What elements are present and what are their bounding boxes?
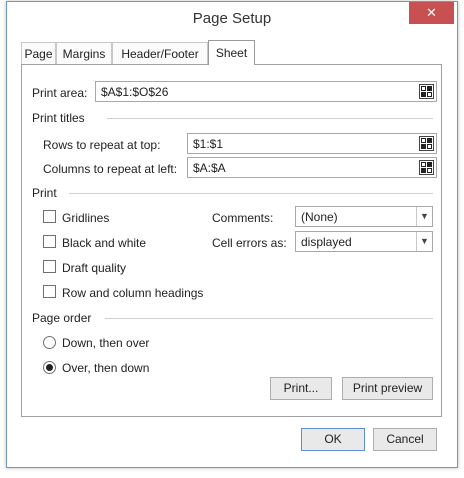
- page-order-separator: [105, 318, 433, 319]
- comments-label: Comments:: [212, 211, 274, 225]
- tab-sheet[interactable]: Sheet: [208, 40, 255, 65]
- ok-button[interactable]: OK: [301, 428, 365, 451]
- page-setup-dialog: Page Setup ✕ Page Margins Header/Footer …: [6, 1, 458, 468]
- print-separator: [69, 193, 433, 194]
- cell-errors-select[interactable]: displayed ▼: [295, 231, 433, 252]
- close-button[interactable]: ✕: [409, 2, 454, 24]
- comments-value: (None): [301, 210, 338, 224]
- chevron-down-icon[interactable]: ▼: [416, 232, 432, 251]
- print-heading: Print: [32, 186, 57, 200]
- cell-errors-value: displayed: [301, 235, 352, 249]
- print-titles-heading: Print titles: [32, 111, 85, 125]
- rows-repeat-field[interactable]: $1:$1: [187, 133, 437, 154]
- collapse-dialog-icon[interactable]: [419, 84, 434, 99]
- comments-select[interactable]: (None) ▼: [295, 206, 433, 227]
- print-preview-button[interactable]: Print preview: [342, 377, 433, 400]
- rows-repeat-label: Rows to repeat at top:: [43, 138, 161, 152]
- draft-quality-checkbox[interactable]: [43, 260, 56, 273]
- print-area-value: $A$1:$O$26: [101, 85, 169, 99]
- tab-margins[interactable]: Margins: [56, 42, 112, 64]
- print-area-label: Print area:: [32, 86, 88, 100]
- gridlines-checkbox[interactable]: [43, 210, 56, 223]
- columns-repeat-label: Columns to repeat at left:: [43, 162, 178, 176]
- tab-page[interactable]: Page: [21, 42, 56, 64]
- collapse-dialog-icon[interactable]: [419, 160, 434, 175]
- over-then-down-radio[interactable]: [43, 361, 56, 374]
- black-white-label: Black and white: [62, 236, 147, 250]
- draft-quality-label: Draft quality: [62, 261, 127, 275]
- dialog-title: Page Setup: [192, 10, 272, 27]
- columns-repeat-value: $A:$A: [193, 161, 226, 175]
- print-area-field[interactable]: $A$1:$O$26: [95, 81, 437, 102]
- tab-header-footer[interactable]: Header/Footer: [112, 42, 208, 64]
- chevron-down-icon[interactable]: ▼: [416, 207, 432, 226]
- row-column-headings-label: Row and column headings: [62, 286, 204, 300]
- sheet-panel: Print area: $A$1:$O$26 Print titles Rows…: [21, 64, 442, 417]
- columns-repeat-field[interactable]: $A:$A: [187, 157, 437, 178]
- collapse-dialog-icon[interactable]: [419, 136, 434, 151]
- rows-repeat-value: $1:$1: [193, 137, 224, 151]
- cancel-button[interactable]: Cancel: [373, 428, 437, 451]
- cell-errors-label: Cell errors as:: [212, 236, 287, 250]
- print-button[interactable]: Print...: [270, 377, 332, 400]
- page-order-heading: Page order: [32, 311, 92, 325]
- title-bar: Page Setup ✕: [7, 2, 457, 36]
- black-white-checkbox[interactable]: [43, 235, 56, 248]
- down-then-over-label: Down, then over: [62, 336, 150, 350]
- down-then-over-radio[interactable]: [43, 336, 56, 349]
- row-column-headings-checkbox[interactable]: [43, 285, 56, 298]
- gridlines-label: Gridlines: [62, 211, 110, 225]
- print-titles-separator: [107, 118, 433, 119]
- over-then-down-label: Over, then down: [62, 361, 150, 375]
